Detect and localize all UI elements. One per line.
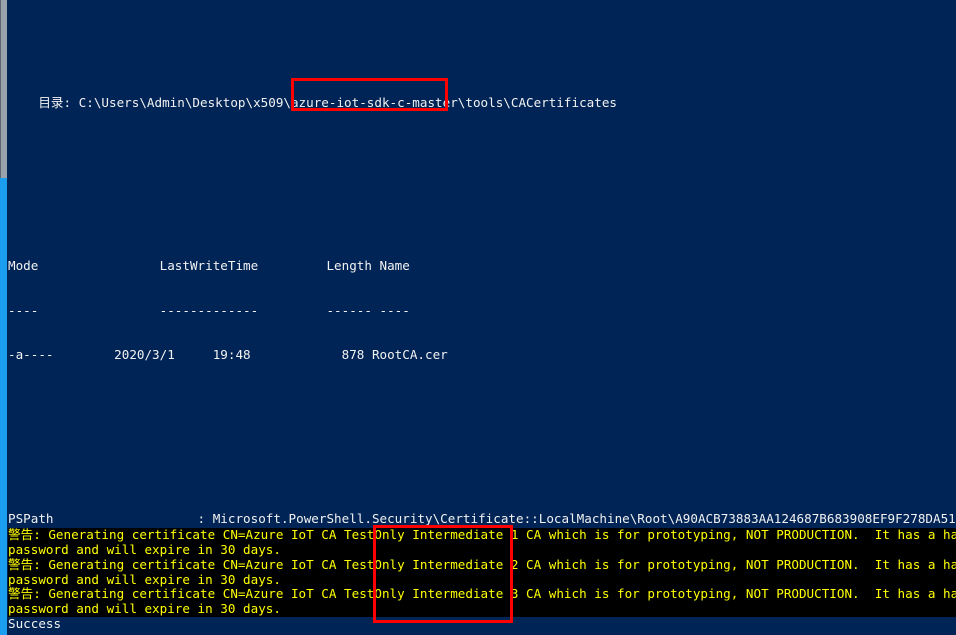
warning-2-line-2: password and will expire in 30 days.	[8, 572, 956, 588]
top-spacer	[8, 45, 956, 52]
directory-header-line: 目录: C:\Users\Admin\Desktop\x509\azure-io…	[8, 96, 618, 111]
warning-2-line-1: 警告: Generating certificate CN=Azure IoT …	[8, 557, 956, 573]
success-status-line: Success	[8, 617, 62, 631]
cert-prop-pspath: PSPath : Microsoft.PowerShell.Security\C…	[8, 511, 956, 526]
warning-1-line-2: password and will expire in 30 days.	[8, 542, 956, 558]
warning-3-line-2: password and will expire in 30 days.	[8, 602, 956, 618]
warning-output-block: 警告: Generating certificate CN=Azure IoT …	[8, 528, 956, 618]
scrollbar-thumb[interactable]	[0, 0, 7, 178]
file-table-separator: ---- ------------- ------ ----	[8, 303, 410, 318]
file-table-row: -a---- 2020/3/1 19:48 878 RootCA.cer	[8, 348, 448, 363]
warning-3-line-1: 警告: Generating certificate CN=Azure IoT …	[8, 587, 956, 603]
file-table-header: Mode LastWriteTime Length Name	[8, 259, 410, 274]
powershell-console-window[interactable]: 目录: C:\Users\Admin\Desktop\x509\azure-io…	[0, 0, 956, 635]
warning-1-line-1: 警告: Generating certificate CN=Azure IoT …	[8, 528, 956, 543]
vertical-scrollbar[interactable]	[0, 0, 7, 635]
